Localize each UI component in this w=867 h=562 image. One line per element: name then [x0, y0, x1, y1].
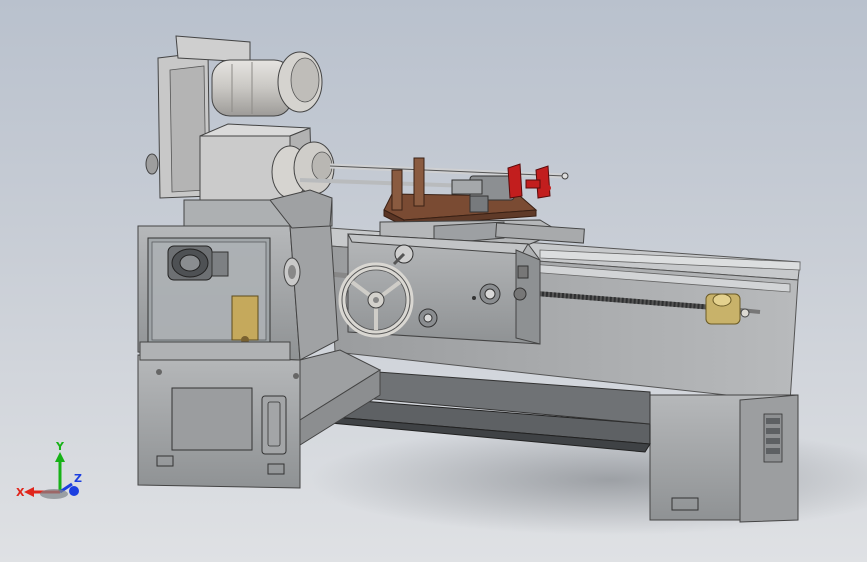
gearbox-housing — [137, 217, 339, 361]
z-axis-label: Z — [74, 472, 82, 485]
view-orientation-triad: Y X Z — [16, 440, 82, 499]
feed-rod-bearing — [283, 257, 301, 287]
graphics-viewport[interactable]: Y X Z — [0, 0, 867, 562]
x-axis-label: X — [16, 486, 25, 499]
apron-stop-block — [517, 265, 529, 279]
y-axis-label: Y — [55, 440, 65, 453]
motor-assembly — [145, 35, 335, 229]
lathe-model[interactable] — [0, 0, 867, 562]
